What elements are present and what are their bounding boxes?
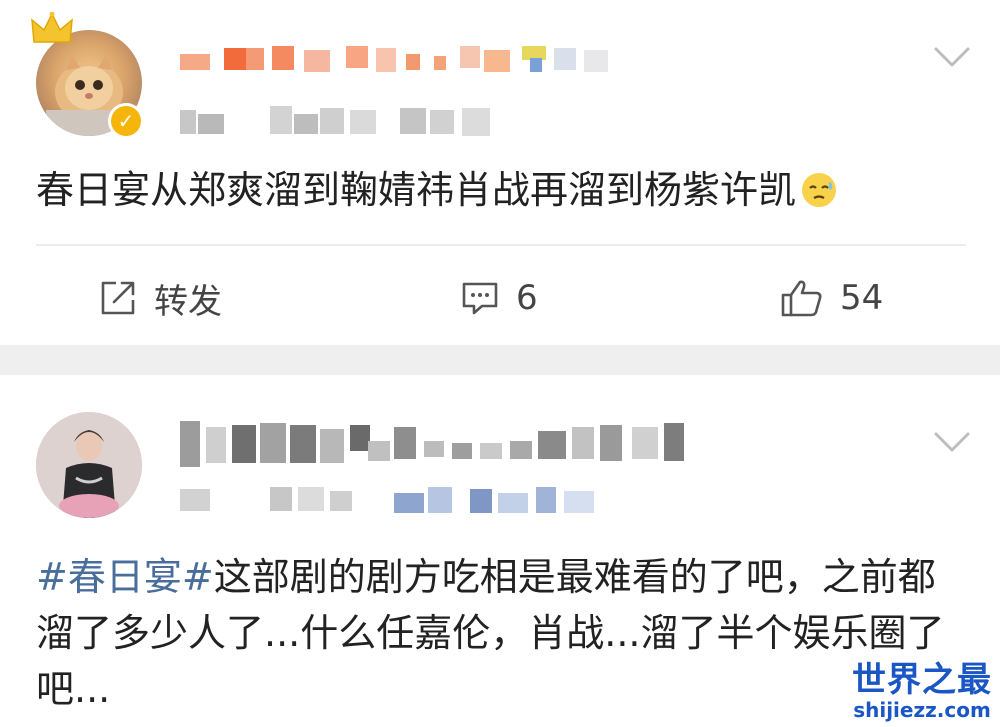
watermark-url: shijiezz.com (853, 698, 991, 722)
username-mosaic (180, 421, 700, 471)
crown-icon (31, 12, 73, 43)
like-count: 54 (840, 278, 884, 318)
repost-label: 转发 (154, 281, 222, 322)
timestamp-mosaic (180, 481, 600, 515)
chevron-down-icon[interactable] (934, 431, 970, 453)
user-avatar[interactable] (36, 412, 142, 518)
like-button[interactable]: 54 (780, 270, 883, 326)
hashtag-link[interactable]: #春日宴# (36, 555, 214, 599)
post-divider (36, 244, 966, 246)
comment-count: 6 (516, 278, 538, 318)
post-text: 春日宴从郑爽溜到鞠婧祎肖战再溜到杨紫许凯 (36, 162, 960, 224)
comment-button[interactable]: 6 (460, 270, 538, 326)
feed-separator (0, 345, 1000, 375)
post-text: #春日宴#这部剧的剧方吃相是最难看的了吧，之前都溜了多少人了...什么任嘉伦，肖… (36, 549, 960, 717)
repost-icon (101, 281, 135, 315)
weibo-post-2: #春日宴#这部剧的剧方吃相是最难看的了吧，之前都溜了多少人了...什么任嘉伦，肖… (0, 375, 1000, 727)
verified-v-icon: ✓ (111, 106, 141, 136)
chevron-down-icon[interactable] (934, 46, 970, 68)
verified-badge: ✓ (108, 103, 144, 139)
weibo-post-1: ✓ 春日宴从郑爽溜到鞠婧祎肖战再溜到杨紫许凯 转发 6 54 (0, 0, 1000, 345)
site-watermark: 世界之最 shijiezz.com (852, 661, 992, 721)
thumbs-up-icon (781, 280, 822, 317)
repost-button[interactable]: 转发 (98, 270, 222, 326)
watermark-title: 世界之最 (852, 660, 992, 700)
username-mosaic (180, 40, 620, 80)
post-actions: 转发 6 54 (0, 270, 1000, 326)
timestamp-mosaic (180, 104, 510, 138)
comment-icon (462, 282, 498, 315)
post-text-content: 春日宴从郑爽溜到鞠婧祎肖战再溜到杨紫许凯 (36, 168, 797, 212)
sweat-face-emoji-icon (800, 168, 838, 224)
